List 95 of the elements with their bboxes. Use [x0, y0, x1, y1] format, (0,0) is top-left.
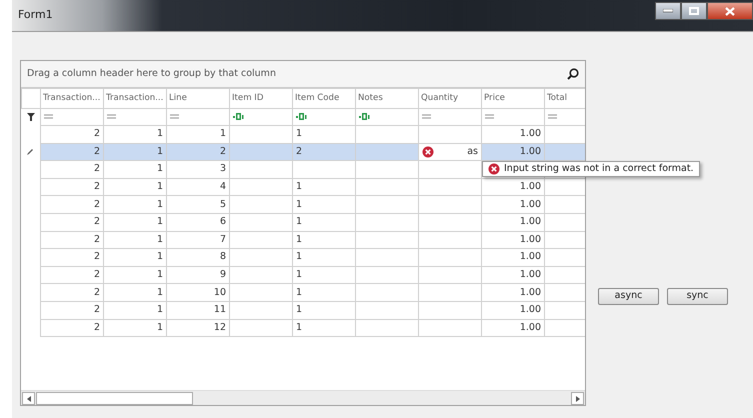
table-cell: 1.00 — [482, 213, 544, 232]
close-button[interactable] — [707, 2, 753, 20]
table-cell: 2 — [40, 126, 104, 144]
table-cell: 9 — [166, 266, 230, 284]
contains-filter-icon[interactable] — [359, 112, 370, 120]
column-header[interactable]: Notes — [356, 88, 418, 108]
table-cell: 2 — [40, 178, 104, 196]
table-cell: 2 — [40, 231, 104, 249]
table-cell: 1 — [104, 196, 166, 214]
table-cell: 1 — [292, 196, 356, 214]
table-cell: 1.00 — [482, 301, 544, 320]
table-cell: 5 — [166, 196, 230, 214]
group-panel-hint: Drag a column header here to group by that column — [27, 66, 276, 81]
table-cell: 2 — [40, 160, 104, 178]
equals-filter-icon[interactable] — [485, 114, 494, 119]
table-cell: 1.00 — [482, 319, 544, 337]
error-icon — [422, 146, 434, 160]
table-cell: 2 — [40, 284, 104, 302]
table-cell: 1 — [292, 213, 356, 232]
horizontal-scrollbar[interactable] — [21, 390, 585, 405]
table-cell: 1 — [292, 248, 356, 266]
column-header[interactable]: Transaction... — [104, 88, 166, 108]
table-cell: 1.00 — [482, 178, 544, 196]
left-arrow-icon — [26, 396, 30, 402]
table-cell: 2 — [40, 143, 104, 161]
table-cell: 1 — [104, 126, 166, 144]
table-cell: 1 — [104, 319, 166, 337]
table-cell: 8 — [166, 248, 230, 266]
right-arrow-icon — [576, 396, 580, 402]
table-cell: 1 — [292, 301, 356, 320]
error-message: Input string was not in a correct format. — [504, 163, 694, 175]
table-cell: 10 — [166, 284, 230, 302]
maximize-button[interactable] — [681, 2, 707, 20]
table-cell: 3 — [166, 160, 230, 178]
table-cell: 1.00 — [482, 284, 544, 302]
table-cell: 1 — [166, 126, 230, 144]
table-cell: 1 — [292, 178, 356, 196]
table-cell: 6 — [166, 213, 230, 232]
table-cell: 1.00 — [482, 248, 544, 266]
column-header[interactable]: Transaction... — [40, 88, 104, 108]
column-header[interactable]: Total — [544, 88, 585, 108]
table-cell: 11 — [166, 301, 230, 320]
table-cell: 1.00 — [482, 231, 544, 249]
table-cell: 1 — [104, 231, 166, 249]
table-cell: 1 — [104, 160, 166, 178]
table-cell: 7 — [166, 231, 230, 249]
table-cell: 1.00 — [482, 126, 544, 144]
table-cell: 1.00 — [482, 196, 544, 214]
table-cell: 2 — [292, 143, 356, 161]
search-icon[interactable] — [567, 68, 579, 80]
table-cell: 2 — [40, 266, 104, 284]
table-cell: 1 — [104, 284, 166, 302]
table-cell: 2 — [40, 248, 104, 266]
table-cell: 1 — [104, 301, 166, 320]
action-button[interactable]: async — [598, 288, 659, 305]
equals-filter-icon[interactable] — [422, 114, 431, 119]
table-cell: 2 — [40, 196, 104, 214]
scroll-right-button[interactable] — [571, 392, 584, 405]
contains-filter-icon[interactable] — [296, 112, 307, 120]
table-cell: 2 — [166, 143, 230, 161]
window-title: Form1 — [18, 7, 53, 24]
equals-filter-icon[interactable] — [170, 114, 179, 119]
table-cell: 1.00 — [482, 266, 544, 284]
table-cell: 4 — [166, 178, 230, 196]
maximize-icon — [689, 7, 699, 15]
equals-filter-icon[interactable] — [548, 114, 557, 119]
column-header[interactable]: Price — [482, 88, 544, 108]
table-cell: 1 — [292, 126, 356, 144]
table-cell: 2 — [40, 301, 104, 320]
table-cell: 1 — [292, 319, 356, 337]
table-cell: 1 — [292, 231, 356, 249]
column-header[interactable]: Item ID — [230, 88, 292, 108]
table-cell: 1 — [104, 178, 166, 196]
table-cell: 2 — [40, 213, 104, 232]
filter-icon[interactable] — [26, 112, 35, 121]
equals-filter-icon[interactable] — [44, 114, 53, 119]
column-header[interactable]: Quantity — [418, 88, 482, 108]
column-header[interactable]: Line — [166, 88, 230, 108]
table-cell: 1 — [104, 266, 166, 284]
table-cell: 1 — [292, 284, 356, 302]
table-cell: 2 — [40, 319, 104, 337]
table-cell: 1 — [104, 248, 166, 266]
scroll-left-button[interactable] — [22, 392, 35, 405]
close-icon — [725, 6, 735, 16]
table-cell: 1 — [292, 266, 356, 284]
table-cell: 1 — [104, 143, 166, 161]
minimize-icon — [663, 9, 673, 13]
action-button[interactable]: sync — [667, 288, 728, 305]
table-cell: 1.00 — [482, 143, 544, 161]
minimize-button[interactable] — [655, 2, 681, 20]
column-header[interactable]: Item Code — [292, 88, 356, 108]
equals-filter-icon[interactable] — [107, 114, 116, 119]
table-cell: 12 — [166, 319, 230, 337]
table-cell: 1 — [104, 213, 166, 232]
contains-filter-icon[interactable] — [233, 112, 244, 120]
